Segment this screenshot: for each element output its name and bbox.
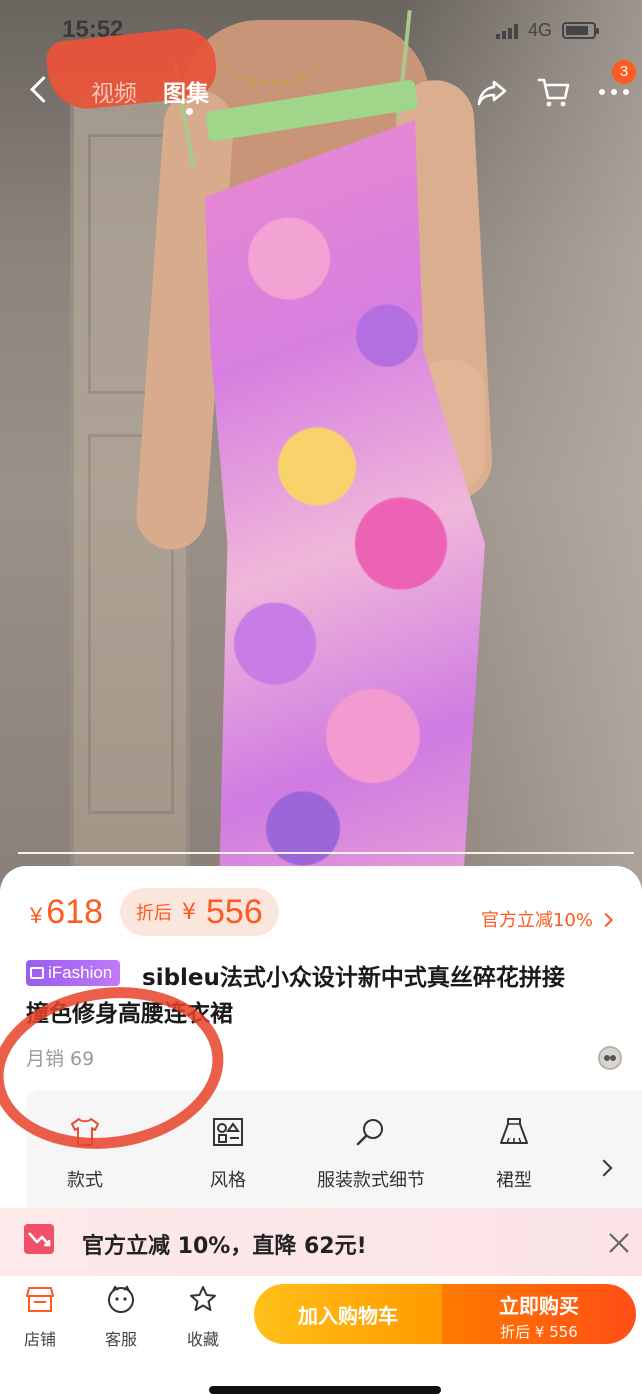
cart-count-badge: 3 bbox=[612, 60, 636, 84]
share-icon[interactable] bbox=[474, 74, 510, 110]
skirt-icon bbox=[500, 1118, 528, 1144]
official-discount-link[interactable]: 官方立减10% bbox=[481, 906, 614, 932]
signal-icon bbox=[496, 23, 518, 39]
style-icon bbox=[213, 1118, 243, 1146]
shop-button[interactable]: 店铺 bbox=[10, 1284, 70, 1350]
status-indicators: 4G bbox=[496, 20, 600, 41]
customer-service-button[interactable]: 客服 bbox=[91, 1284, 151, 1350]
price-after-discount: 折后 ¥ 556 bbox=[120, 888, 279, 936]
star-icon bbox=[190, 1286, 216, 1311]
shop-icon bbox=[26, 1287, 54, 1312]
ifashion-logo-icon bbox=[30, 967, 44, 979]
attribute-skirt-type[interactable]: 裙型 bbox=[444, 1116, 584, 1192]
chevron-right-icon bbox=[598, 912, 614, 928]
promo-text: 官方立减 10%，直降 62元! bbox=[82, 1234, 367, 1259]
network-label: 4G bbox=[528, 20, 553, 40]
magnifier-icon bbox=[356, 1119, 383, 1146]
image-progress-line bbox=[18, 852, 634, 854]
favorite-button[interactable]: 收藏 bbox=[173, 1284, 233, 1350]
ifashion-tag: iFashion bbox=[26, 960, 121, 986]
back-icon[interactable] bbox=[26, 76, 52, 106]
attribute-style[interactable]: 风格 bbox=[158, 1116, 298, 1192]
product-title: sibleu法式小众设计新中式真丝碎花拼接 bbox=[142, 965, 565, 991]
owl-icon[interactable] bbox=[598, 1046, 622, 1070]
product-photo[interactable] bbox=[0, 0, 642, 890]
battery-icon bbox=[562, 22, 600, 39]
active-tab-indicator bbox=[186, 108, 193, 115]
cart-icon[interactable] bbox=[536, 74, 572, 110]
attribute-detail[interactable]: 服装款式细节 bbox=[301, 1116, 441, 1192]
price-original: ¥618 bbox=[30, 893, 103, 931]
service-icon bbox=[108, 1285, 134, 1313]
tab-video[interactable]: 视频 bbox=[91, 74, 137, 108]
close-icon[interactable] bbox=[606, 1230, 632, 1256]
tab-gallery[interactable]: 图集 bbox=[163, 74, 209, 108]
home-indicator bbox=[209, 1386, 441, 1394]
price-drop-icon bbox=[24, 1224, 54, 1254]
buy-now-button[interactable]: 立即购买 折后 ¥ 556 bbox=[442, 1284, 636, 1344]
add-to-cart-button[interactable]: 加入购物车 bbox=[254, 1284, 442, 1344]
